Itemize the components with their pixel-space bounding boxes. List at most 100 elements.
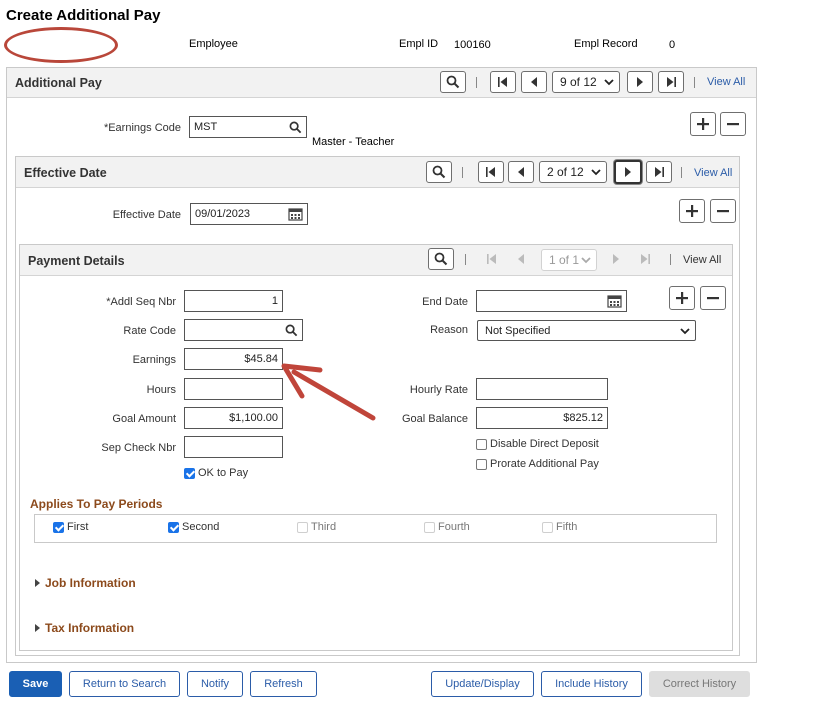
reason-select[interactable]: Not Specified: [477, 320, 696, 341]
plus-icon: [676, 292, 688, 304]
pay-periods-box: [34, 514, 717, 543]
prorate-additional-pay-check[interactable]: [476, 458, 487, 470]
payment-details-title: Payment Details: [28, 254, 125, 268]
include-history-button[interactable]: Include History: [541, 671, 642, 697]
effective-date-view-all-link[interactable]: View All: [694, 167, 732, 179]
chevron-down-icon: [581, 257, 591, 264]
goal-amount-input[interactable]: $1,100.00: [184, 407, 283, 429]
payment-details-last-button: [632, 248, 658, 270]
earnings-code-label: *Earnings Code: [103, 122, 181, 134]
hourly-rate-input[interactable]: [476, 378, 608, 400]
empl-record-label: Empl Record: [574, 38, 638, 50]
last-icon: [641, 254, 650, 264]
period-fourth-check: [424, 521, 435, 533]
rate-code-input[interactable]: [184, 319, 303, 341]
addl-seq-nbr-input[interactable]: 1: [184, 290, 283, 312]
employee-label: Employee: [189, 38, 238, 50]
tax-information-toggle[interactable]: Tax Information: [35, 621, 134, 635]
hours-input[interactable]: [184, 378, 283, 400]
goal-amount-label: Goal Amount: [112, 413, 176, 425]
earnings-code-description: Master - Teacher: [312, 136, 395, 148]
additional-pay-title: Additional Pay: [15, 76, 102, 90]
goal-balance-input[interactable]: $825.12: [476, 407, 608, 429]
period-second-check[interactable]: [168, 521, 179, 533]
effective-date-previous-button[interactable]: [508, 161, 534, 183]
prorate-additional-pay-checkbox[interactable]: Prorate Additional Pay: [476, 458, 599, 470]
page-title: Create Additional Pay: [6, 7, 161, 24]
return-to-search-button[interactable]: Return to Search: [69, 671, 180, 697]
calendar-icon[interactable]: [288, 207, 303, 221]
effective-date-input[interactable]: 09/01/2023: [190, 203, 308, 225]
effective-date-last-button[interactable]: [646, 161, 672, 183]
payment-details-view-all-link[interactable]: View All: [683, 254, 721, 266]
search-button[interactable]: [440, 71, 466, 93]
notify-button[interactable]: Notify: [187, 671, 243, 697]
job-information-toggle[interactable]: Job Information: [35, 576, 136, 590]
minus-icon: [707, 297, 719, 300]
addl-seq-nbr-label: *Addl Seq Nbr: [106, 296, 176, 308]
last-button[interactable]: [658, 71, 684, 93]
payment-details-first-button: [479, 248, 505, 270]
calendar-icon[interactable]: [607, 294, 622, 308]
previous-button[interactable]: [521, 71, 547, 93]
effective-date-delete-button[interactable]: [710, 199, 736, 223]
sep-check-nbr-input[interactable]: [184, 436, 283, 458]
effective-date-title: Effective Date: [24, 166, 107, 180]
delete-row-button[interactable]: [720, 112, 746, 136]
row-selector[interactable]: 9 of 12: [552, 71, 620, 93]
period-fourth-checkbox: Fourth: [424, 521, 470, 533]
update-display-button[interactable]: Update/Display: [431, 671, 534, 697]
earnings-label: Earnings: [132, 354, 176, 366]
period-third-check: [297, 521, 308, 533]
first-icon: [486, 167, 495, 177]
plus-icon: [686, 205, 698, 217]
sep-check-nbr-label: Sep Check Nbr: [101, 442, 176, 454]
payment-details-search-button[interactable]: [428, 248, 454, 270]
disable-direct-deposit-checkbox[interactable]: Disable Direct Deposit: [476, 438, 599, 450]
chevron-down-icon: [591, 169, 601, 176]
earnings-code-input[interactable]: MST: [189, 116, 307, 138]
ok-to-pay-checkbox[interactable]: OK to Pay: [184, 467, 248, 479]
caret-right-icon: [35, 624, 40, 632]
disable-direct-deposit-check[interactable]: [476, 438, 487, 450]
first-icon: [487, 254, 496, 264]
end-date-input[interactable]: [476, 290, 627, 312]
search-icon[interactable]: [289, 121, 302, 134]
previous-icon: [518, 167, 524, 177]
annotation-arrow-icon: [281, 363, 376, 421]
period-third-checkbox: Third: [297, 521, 336, 533]
ok-to-pay-check[interactable]: [184, 467, 195, 479]
last-icon: [655, 167, 664, 177]
empl-record-value: 0: [669, 39, 676, 51]
period-first-checkbox[interactable]: First: [53, 521, 88, 533]
effective-date-first-button[interactable]: [478, 161, 504, 183]
payment-details-add-button[interactable]: [669, 286, 695, 310]
next-icon: [625, 167, 631, 177]
period-first-check[interactable]: [53, 521, 64, 533]
payment-details-row-selector: 1 of 1: [541, 249, 597, 271]
last-icon: [667, 77, 676, 87]
effective-date-row-selector[interactable]: 2 of 12: [539, 161, 607, 183]
effective-date-search-button[interactable]: [426, 161, 452, 183]
previous-icon: [531, 77, 537, 87]
next-icon: [613, 254, 619, 264]
next-button[interactable]: [627, 71, 653, 93]
effective-date-label: Effective Date: [112, 209, 181, 221]
add-row-button[interactable]: [690, 112, 716, 136]
period-second-checkbox[interactable]: Second: [168, 521, 219, 533]
search-icon[interactable]: [285, 324, 298, 337]
save-button[interactable]: Save: [9, 671, 62, 697]
earnings-input[interactable]: $45.84: [184, 348, 283, 370]
first-icon: [498, 77, 507, 87]
chevron-down-icon: [604, 79, 614, 86]
empl-id-label: Empl ID: [399, 38, 439, 50]
chevron-down-icon: [680, 327, 690, 334]
payment-details-previous-button: [508, 248, 534, 270]
effective-date-next-button[interactable]: [614, 160, 642, 184]
payment-details-delete-button[interactable]: [700, 286, 726, 310]
view-all-link[interactable]: View All: [707, 76, 745, 88]
effective-date-add-button[interactable]: [679, 199, 705, 223]
minus-icon: [717, 210, 729, 213]
refresh-button[interactable]: Refresh: [250, 671, 317, 697]
first-button[interactable]: [490, 71, 516, 93]
